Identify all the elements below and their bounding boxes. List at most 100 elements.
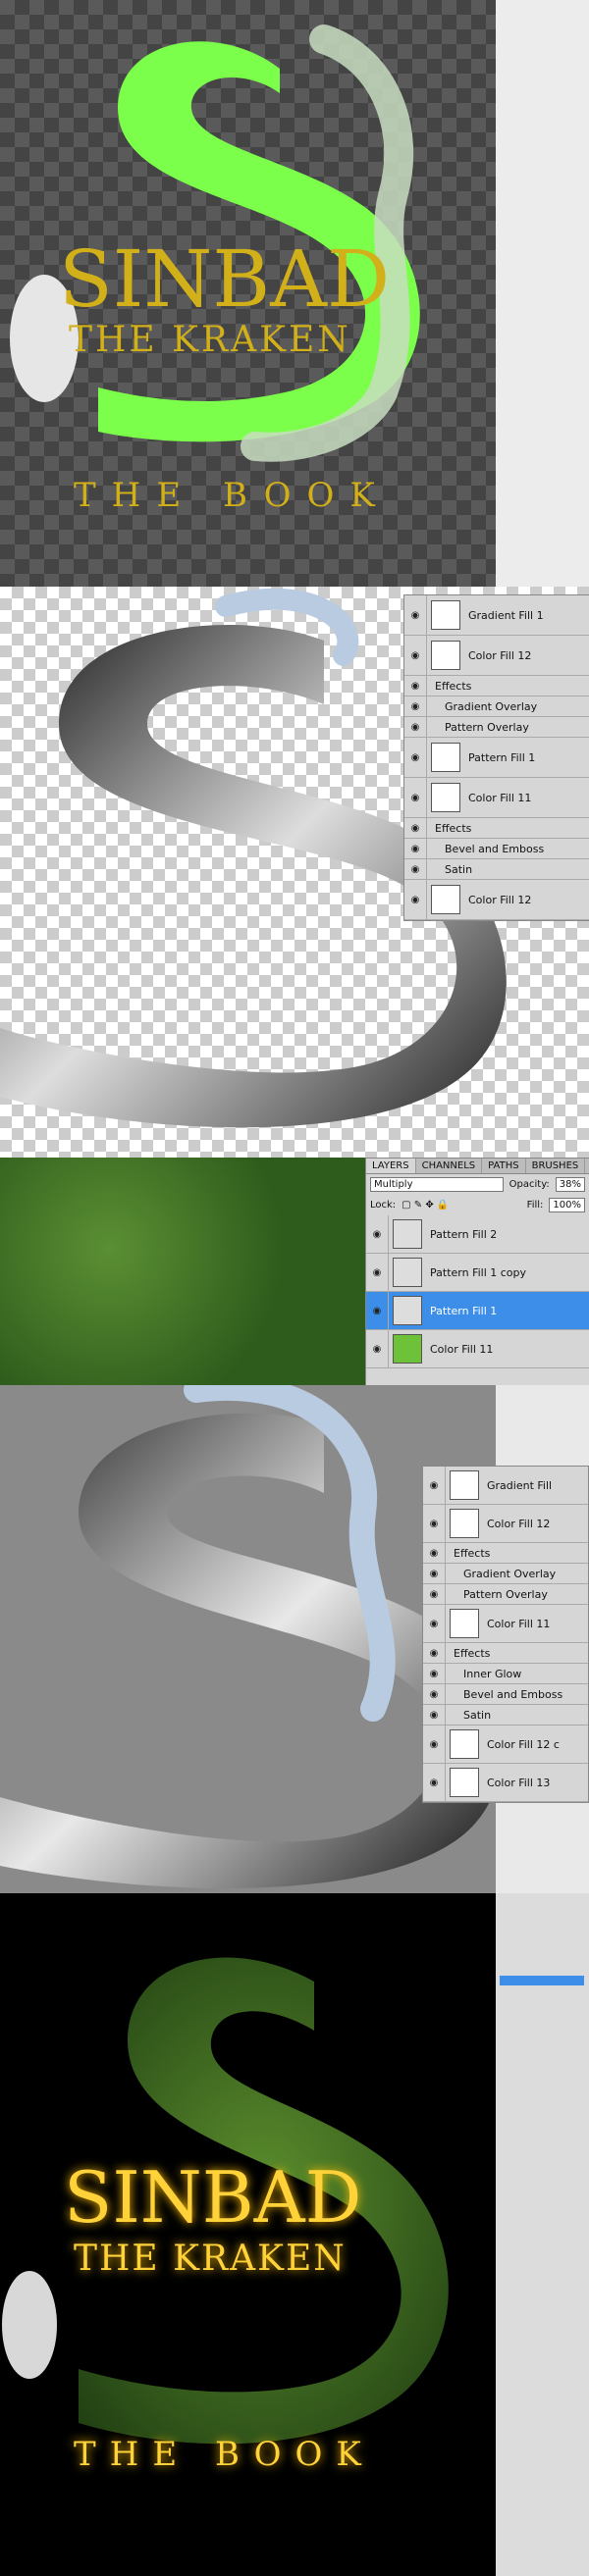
layer-thumbnail: [450, 1470, 479, 1500]
lock-icons[interactable]: ▢ ✎ ✥ 🔒: [402, 1200, 449, 1211]
effects-row[interactable]: ◉ Effects: [404, 676, 589, 696]
effect-row[interactable]: ◉ Gradient Overlay: [404, 696, 589, 717]
visibility-eye-icon[interactable]: ◉: [404, 636, 427, 675]
layer-name: Color Fill 11: [430, 1342, 494, 1356]
visibility-eye-icon[interactable]: ◉: [423, 1764, 446, 1801]
effect-row[interactable]: ◉ Inner Glow: [423, 1664, 588, 1684]
effects-row[interactable]: ◉ Effects: [404, 818, 589, 839]
layer-row[interactable]: ◉ Pattern Fill 1 copy: [366, 1254, 589, 1292]
cover-sketch-panel: SINBAD THE KRAKEN THE BOOK: [0, 0, 496, 587]
effect-row[interactable]: ◉ Bevel and Emboss: [423, 1684, 588, 1705]
layer-name: Effects: [435, 821, 472, 835]
visibility-eye-icon[interactable]: ◉: [423, 1605, 446, 1642]
visibility-eye-icon[interactable]: ◉: [404, 595, 427, 635]
visibility-eye-icon[interactable]: ◉: [423, 1584, 446, 1604]
tab-paths[interactable]: PATHS: [482, 1159, 526, 1173]
layer-row[interactable]: ◉ Pattern Fill 1: [366, 1292, 589, 1330]
layer-row[interactable]: ◉ Color Fill 13: [423, 1764, 588, 1802]
visibility-eye-icon[interactable]: ◉: [423, 1643, 446, 1663]
fill-input[interactable]: 100%: [549, 1198, 585, 1212]
layer-row[interactable]: ◉ Pattern Fill 1: [404, 738, 589, 778]
visibility-eye-icon[interactable]: ◉: [423, 1664, 446, 1683]
layer-row[interactable]: ◉ Color Fill 11: [423, 1605, 588, 1643]
visibility-eye-icon[interactable]: ◉: [366, 1330, 389, 1367]
visibility-eye-icon[interactable]: ◉: [404, 880, 427, 919]
layer-name: Pattern Fill 1 copy: [430, 1265, 527, 1279]
layer-row[interactable]: ◉ Color Fill 12: [423, 1505, 588, 1543]
visibility-eye-icon[interactable]: ◉: [423, 1543, 446, 1563]
layer-name: Bevel and Emboss: [463, 1687, 563, 1701]
visibility-eye-icon[interactable]: ◉: [404, 738, 427, 777]
layer-row[interactable]: ◉ Color Fill 11: [404, 778, 589, 818]
layer-name: Gradient Overlay: [463, 1567, 557, 1580]
cover-title-main: SINBAD: [59, 233, 391, 325]
effect-row[interactable]: ◉ Satin: [404, 859, 589, 880]
visibility-eye-icon[interactable]: ◉: [404, 696, 427, 716]
layers-panel-tabs: LAYERS CHANNELS PATHS BRUSHES: [366, 1159, 589, 1174]
visibility-eye-icon[interactable]: ◉: [423, 1505, 446, 1542]
layer-thumbnail: [393, 1258, 422, 1287]
visibility-eye-icon[interactable]: ◉: [404, 818, 427, 838]
layer-thumbnail: [450, 1768, 479, 1797]
tab-channels[interactable]: CHANNELS: [416, 1159, 483, 1173]
effects-row[interactable]: ◉ Effects: [423, 1643, 588, 1664]
layer-row[interactable]: ◉ Color Fill 12 c: [423, 1726, 588, 1764]
cover-right-strip: [496, 0, 589, 587]
effect-row[interactable]: ◉ Bevel and Emboss: [404, 839, 589, 859]
layer-name: Satin: [463, 1708, 492, 1722]
visibility-eye-icon[interactable]: ◉: [404, 717, 427, 737]
visibility-eye-icon[interactable]: ◉: [423, 1705, 446, 1725]
blend-mode-select[interactable]: Multiply: [370, 1177, 504, 1192]
visibility-eye-icon[interactable]: ◉: [404, 859, 427, 879]
layer-name: Pattern Overlay: [463, 1587, 548, 1601]
effect-row[interactable]: ◉ Pattern Overlay: [404, 717, 589, 738]
layer-name: Color Fill 12: [468, 648, 532, 662]
visibility-eye-icon[interactable]: ◉: [366, 1254, 389, 1291]
tall-layers-strip: [496, 1893, 589, 2576]
layer-thumbnail: [450, 1729, 479, 1759]
effect-row[interactable]: ◉ Gradient Overlay: [423, 1564, 588, 1584]
layer-row[interactable]: ◉ Gradient Fill: [423, 1467, 588, 1505]
layers-panel-4: ◉ Gradient Fill ◉ Color Fill 12 ◉ Effects ◉ Gra…: [422, 1466, 589, 1803]
layer-name: Color Fill 11: [468, 791, 532, 804]
layer-name: Inner Glow: [463, 1667, 522, 1680]
visibility-eye-icon[interactable]: ◉: [404, 839, 427, 858]
cover-subtitle: THE BOOK: [74, 476, 391, 515]
layer-name: Effects: [454, 1546, 491, 1560]
effects-row[interactable]: ◉ Effects: [423, 1543, 588, 1564]
visibility-eye-icon[interactable]: ◉: [423, 1726, 446, 1763]
effect-row[interactable]: ◉ Pattern Overlay: [423, 1584, 588, 1605]
visibility-eye-icon[interactable]: ◉: [423, 1564, 446, 1583]
effect-row[interactable]: ◉ Satin: [423, 1705, 588, 1726]
layer-row[interactable]: ◉ Gradient Fill 1: [404, 595, 589, 636]
tab-brushes[interactable]: BRUSHES: [526, 1159, 586, 1173]
layer-name: Color Fill 11: [487, 1617, 551, 1630]
layer-name: Color Fill 13: [487, 1776, 551, 1789]
visibility-eye-icon[interactable]: ◉: [404, 778, 427, 817]
visibility-eye-icon[interactable]: ◉: [423, 1467, 446, 1504]
layer-row[interactable]: ◉ Color Fill 11: [366, 1330, 589, 1368]
layer-row[interactable]: ◉ Pattern Fill 2: [366, 1215, 589, 1254]
layer-name: Gradient Fill: [487, 1478, 553, 1492]
layer-row[interactable]: ◉ Color Fill 12: [404, 880, 589, 920]
layer-thumbnail: [431, 783, 460, 812]
opacity-input[interactable]: 38%: [555, 1177, 585, 1192]
cover-title-sub: THE KRAKEN: [69, 320, 351, 360]
tall-strip-selected-row[interactable]: [500, 1976, 584, 1985]
visibility-eye-icon[interactable]: ◉: [404, 676, 427, 696]
layer-row[interactable]: ◉ Color Fill 12: [404, 636, 589, 676]
layer-name: Gradient Fill 1: [468, 608, 544, 622]
grass-texture: [0, 1158, 365, 1385]
layer-name: Gradient Overlay: [445, 699, 538, 713]
visibility-eye-icon[interactable]: ◉: [366, 1215, 389, 1253]
layer-name: Color Fill 12: [487, 1517, 551, 1530]
layer-name: Pattern Fill 2: [430, 1227, 498, 1241]
tab-layers[interactable]: LAYERS: [366, 1159, 416, 1173]
visibility-eye-icon[interactable]: ◉: [423, 1684, 446, 1704]
final-title-main: SINBAD: [64, 2156, 362, 2239]
layer-thumbnail: [431, 885, 460, 914]
layer-name: Color Fill 12 c: [487, 1737, 560, 1751]
layer-thumbnail: [393, 1219, 422, 1249]
grass-texture-panel: LAYERS CHANNELS PATHS BRUSHES Multiply O…: [0, 1158, 589, 1385]
visibility-eye-icon[interactable]: ◉: [366, 1292, 389, 1329]
